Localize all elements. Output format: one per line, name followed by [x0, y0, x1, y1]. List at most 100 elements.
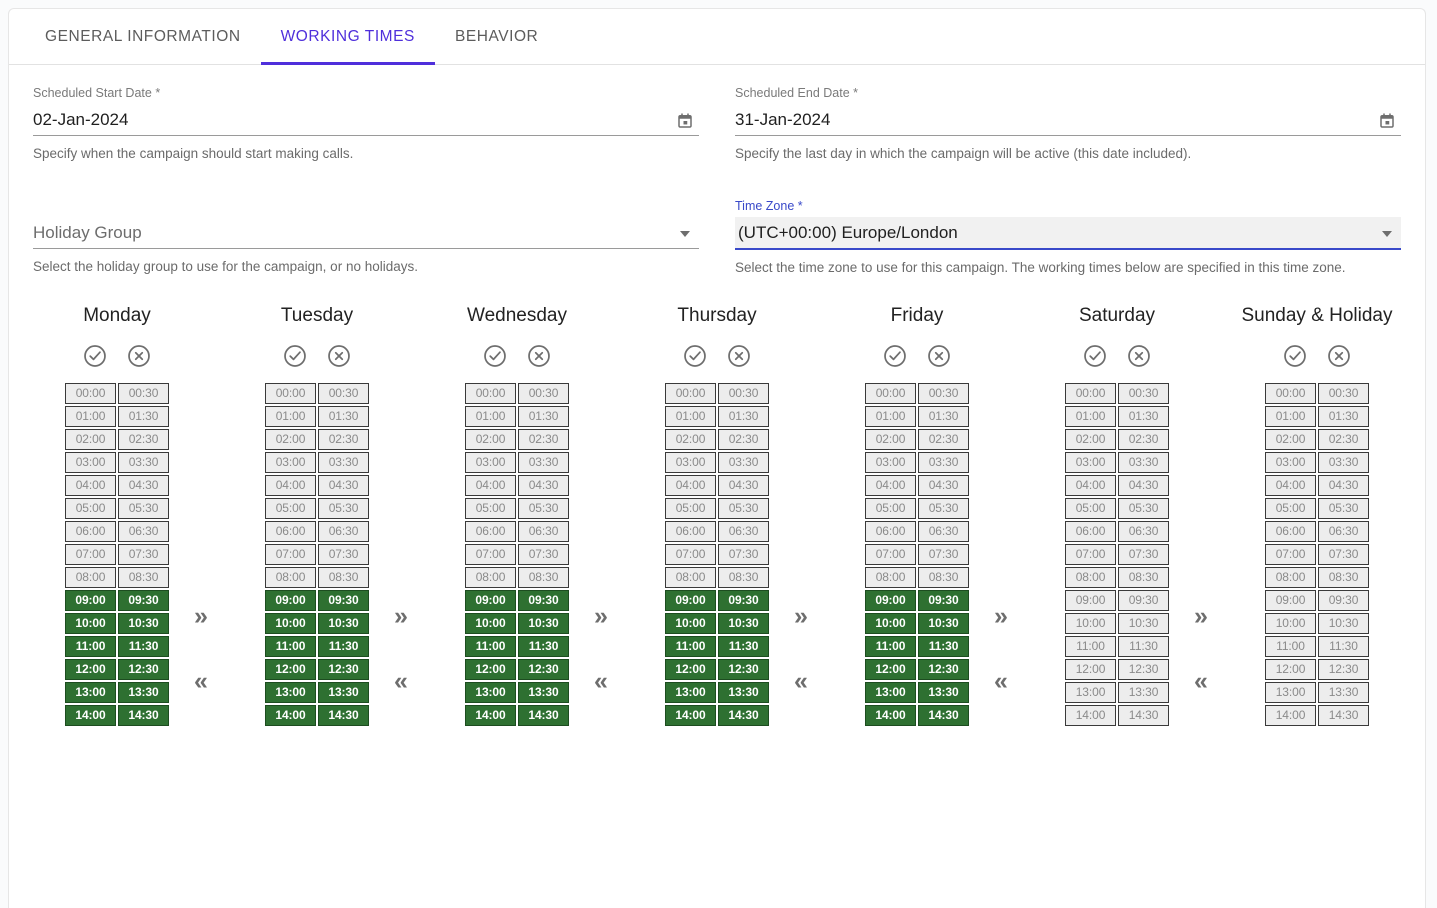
time-slot[interactable]: 06:00: [265, 521, 316, 542]
time-slot[interactable]: 10:00: [265, 613, 316, 634]
time-slot[interactable]: 12:00: [1265, 659, 1316, 680]
time-slot[interactable]: 05:30: [118, 498, 169, 519]
time-slot[interactable]: 09:30: [118, 590, 169, 611]
time-slot[interactable]: 10:30: [518, 613, 569, 634]
time-slot[interactable]: 05:00: [265, 498, 316, 519]
time-slot[interactable]: 00:00: [265, 383, 316, 404]
time-slot[interactable]: 09:30: [718, 590, 769, 611]
x-circle-icon[interactable]: [1326, 343, 1352, 369]
time-slot[interactable]: 13:30: [1318, 682, 1369, 703]
check-circle-icon[interactable]: [282, 343, 308, 369]
time-slot[interactable]: 02:30: [718, 429, 769, 450]
time-slot[interactable]: 05:30: [718, 498, 769, 519]
time-slot[interactable]: 01:30: [1318, 406, 1369, 427]
time-slot[interactable]: 06:00: [65, 521, 116, 542]
time-slot[interactable]: 11:30: [1118, 636, 1169, 657]
time-slot[interactable]: 08:00: [865, 567, 916, 588]
time-slot[interactable]: 10:30: [318, 613, 369, 634]
time-slot[interactable]: 10:00: [665, 613, 716, 634]
time-slot[interactable]: 05:30: [318, 498, 369, 519]
chevron-down-icon[interactable]: [1377, 224, 1397, 244]
double-chevron-right-icon[interactable]: »: [780, 604, 820, 629]
double-chevron-right-icon[interactable]: »: [1180, 604, 1220, 629]
time-slot[interactable]: 13:30: [918, 682, 969, 703]
time-slot[interactable]: 12:30: [318, 659, 369, 680]
time-slot[interactable]: 08:00: [1265, 567, 1316, 588]
double-chevron-left-icon[interactable]: «: [1180, 669, 1220, 694]
time-slot[interactable]: 01:00: [465, 406, 516, 427]
time-slot[interactable]: 14:30: [118, 705, 169, 726]
time-slot[interactable]: 00:00: [1265, 383, 1316, 404]
calendar-icon[interactable]: [675, 111, 695, 131]
time-slot[interactable]: 06:00: [665, 521, 716, 542]
time-slot[interactable]: 09:30: [1318, 590, 1369, 611]
time-slot[interactable]: 03:30: [1318, 452, 1369, 473]
time-slot[interactable]: 05:00: [1065, 498, 1116, 519]
time-slot[interactable]: 00:30: [918, 383, 969, 404]
time-slot[interactable]: 01:00: [1265, 406, 1316, 427]
double-chevron-right-icon[interactable]: »: [580, 604, 620, 629]
time-slot[interactable]: 03:30: [1118, 452, 1169, 473]
time-slot[interactable]: 07:30: [718, 544, 769, 565]
time-slot[interactable]: 06:00: [1065, 521, 1116, 542]
time-slot[interactable]: 00:30: [118, 383, 169, 404]
time-slot[interactable]: 13:00: [265, 682, 316, 703]
double-chevron-right-icon[interactable]: »: [380, 604, 420, 629]
time-slot[interactable]: 07:00: [1265, 544, 1316, 565]
time-slot[interactable]: 11:30: [518, 636, 569, 657]
time-slot[interactable]: 09:30: [518, 590, 569, 611]
tab-working-times[interactable]: WORKING TIMES: [260, 9, 436, 65]
time-slot[interactable]: 02:30: [318, 429, 369, 450]
time-slot[interactable]: 11:00: [65, 636, 116, 657]
time-slot[interactable]: 05:00: [65, 498, 116, 519]
time-slot[interactable]: 04:30: [718, 475, 769, 496]
time-slot[interactable]: 02:00: [665, 429, 716, 450]
time-slot[interactable]: 04:00: [865, 475, 916, 496]
time-slot[interactable]: 13:00: [665, 682, 716, 703]
time-slot[interactable]: 14:30: [1318, 705, 1369, 726]
time-slot[interactable]: 07:00: [865, 544, 916, 565]
time-slot[interactable]: 11:00: [265, 636, 316, 657]
time-slot[interactable]: 10:00: [65, 613, 116, 634]
time-slot[interactable]: 07:30: [118, 544, 169, 565]
time-slot[interactable]: 05:00: [665, 498, 716, 519]
time-slot[interactable]: 04:00: [665, 475, 716, 496]
time-slot[interactable]: 06:30: [518, 521, 569, 542]
time-slot[interactable]: 11:30: [318, 636, 369, 657]
time-slot[interactable]: 06:00: [865, 521, 916, 542]
time-slot[interactable]: 08:30: [1318, 567, 1369, 588]
time-slot[interactable]: 03:00: [865, 452, 916, 473]
time-slot[interactable]: 07:00: [465, 544, 516, 565]
time-slot[interactable]: 00:30: [1118, 383, 1169, 404]
time-slot[interactable]: 06:30: [1118, 521, 1169, 542]
time-slot[interactable]: 00:00: [665, 383, 716, 404]
x-circle-icon[interactable]: [326, 343, 352, 369]
time-slot[interactable]: 13:30: [1118, 682, 1169, 703]
time-slot[interactable]: 03:30: [718, 452, 769, 473]
x-circle-icon[interactable]: [126, 343, 152, 369]
time-slot[interactable]: 12:00: [1065, 659, 1116, 680]
time-slot[interactable]: 03:30: [518, 452, 569, 473]
time-slot[interactable]: 06:00: [465, 521, 516, 542]
time-slot[interactable]: 05:30: [1318, 498, 1369, 519]
time-slot[interactable]: 08:30: [518, 567, 569, 588]
time-slot[interactable]: 02:00: [265, 429, 316, 450]
time-slot[interactable]: 04:30: [1118, 475, 1169, 496]
time-slot[interactable]: 09:00: [865, 590, 916, 611]
time-slot[interactable]: 10:00: [865, 613, 916, 634]
time-slot[interactable]: 09:00: [665, 590, 716, 611]
time-slot[interactable]: 03:30: [918, 452, 969, 473]
time-slot[interactable]: 01:30: [718, 406, 769, 427]
time-slot[interactable]: 04:00: [265, 475, 316, 496]
time-slot[interactable]: 05:30: [918, 498, 969, 519]
time-slot[interactable]: 08:30: [718, 567, 769, 588]
time-slot[interactable]: 02:30: [118, 429, 169, 450]
time-slot[interactable]: 08:30: [318, 567, 369, 588]
time-slot[interactable]: 00:00: [465, 383, 516, 404]
time-slot[interactable]: 09:30: [918, 590, 969, 611]
x-circle-icon[interactable]: [1126, 343, 1152, 369]
time-slot[interactable]: 13:00: [1065, 682, 1116, 703]
double-chevron-left-icon[interactable]: «: [780, 669, 820, 694]
time-slot[interactable]: 09:00: [1065, 590, 1116, 611]
time-slot[interactable]: 02:00: [865, 429, 916, 450]
